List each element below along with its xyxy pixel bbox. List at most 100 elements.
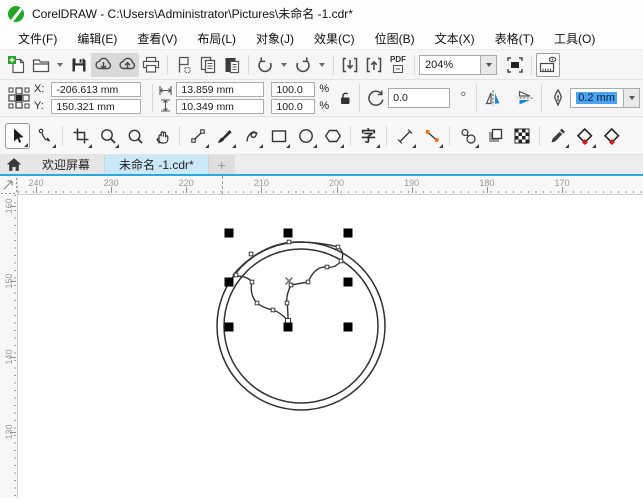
freehand-tool[interactable] bbox=[185, 123, 210, 149]
menu-item-2[interactable]: 编辑(E) bbox=[67, 27, 127, 50]
mirror-vertical-button[interactable] bbox=[513, 86, 537, 110]
save-button[interactable] bbox=[67, 53, 91, 77]
scale-y-input[interactable]: 100.0 bbox=[271, 99, 316, 114]
zoom-tool-secondary[interactable] bbox=[122, 123, 147, 149]
zoom-level-combo[interactable]: 204% bbox=[419, 54, 497, 75]
copy-button[interactable] bbox=[196, 53, 220, 77]
home-button[interactable] bbox=[0, 155, 28, 174]
polygon-tool[interactable] bbox=[320, 123, 345, 149]
mirror-horizontal-button[interactable] bbox=[481, 86, 505, 110]
interactive-fill-tool[interactable] bbox=[572, 123, 597, 149]
v-ruler-tick bbox=[10, 281, 16, 283]
menu-item-3[interactable]: 查看(V) bbox=[127, 27, 187, 50]
vertical-ruler[interactable]: 160 150 140 130 bbox=[0, 195, 18, 498]
cloud-open-button[interactable] bbox=[91, 52, 115, 77]
y-position-input[interactable]: 150.321 mm bbox=[51, 99, 142, 114]
object-width-icon bbox=[159, 86, 172, 95]
shape-node-icon bbox=[38, 128, 50, 142]
dimension-tool[interactable] bbox=[392, 123, 417, 149]
zoom-dropdown-caret[interactable] bbox=[480, 55, 496, 74]
title-bar: CorelDRAW - C:\Users\Administrator\Pictu… bbox=[0, 0, 643, 27]
redo-button[interactable] bbox=[291, 53, 315, 77]
ruler-origin-button[interactable] bbox=[0, 176, 18, 195]
fullscreen-preview-icon bbox=[507, 56, 523, 73]
new-document-button[interactable] bbox=[5, 53, 29, 77]
open-folder-icon bbox=[32, 58, 50, 72]
smart-fill-tool[interactable] bbox=[599, 123, 624, 149]
crop-tool[interactable] bbox=[68, 123, 93, 149]
checkerboard-icon bbox=[514, 128, 529, 143]
open-dropdown-caret[interactable] bbox=[53, 54, 67, 76]
object-height-input[interactable]: 10.349 mm bbox=[176, 99, 265, 114]
shape-tool[interactable] bbox=[32, 123, 57, 149]
menu-item-10[interactable]: 工具(O) bbox=[544, 27, 605, 50]
eyedropper-tool[interactable] bbox=[545, 123, 570, 149]
import-button[interactable] bbox=[338, 53, 362, 77]
menu-item-1[interactable]: 文件(F) bbox=[8, 27, 67, 50]
outline-width-combo[interactable]: 0.2 mm bbox=[570, 88, 641, 108]
redo-icon bbox=[296, 56, 310, 72]
zoom-tool[interactable] bbox=[95, 123, 120, 149]
connector-tool[interactable] bbox=[419, 123, 444, 149]
menu-item-4[interactable]: 布局(L) bbox=[187, 27, 246, 50]
tab-welcome-screen[interactable]: 欢迎屏幕 bbox=[28, 155, 106, 174]
outline-width-value: 0.2 mm bbox=[576, 92, 617, 104]
paste-button[interactable] bbox=[220, 53, 244, 77]
ellipse-tool[interactable] bbox=[293, 123, 318, 149]
open-document-button[interactable] bbox=[29, 53, 53, 77]
magnifier-icon bbox=[100, 128, 116, 144]
menu-item-5[interactable]: 对象(J) bbox=[246, 27, 304, 50]
window-title: CorelDRAW - C:\Users\Administrator\Pictu… bbox=[32, 7, 353, 21]
outline-width-caret[interactable] bbox=[623, 89, 640, 107]
menu-item-9[interactable]: 表格(T) bbox=[485, 27, 544, 50]
menu-bar: 文件(F) 编辑(E) 查看(V) 布局(L) 对象(J) 效果(C) 位图(B) 文本(X)… bbox=[0, 27, 643, 50]
horizontal-ruler[interactable]: 240 230 220 210 200 190 180 170 bbox=[18, 176, 643, 195]
lock-ratio-button[interactable] bbox=[335, 88, 355, 108]
pattern-fill-tool[interactable] bbox=[509, 123, 534, 149]
rotation-angle-input[interactable]: 0.0 bbox=[388, 88, 451, 108]
lock-icon bbox=[341, 92, 350, 104]
redo-dropdown-caret[interactable] bbox=[315, 54, 329, 76]
crop-icon bbox=[73, 128, 88, 143]
publish-to-pdf-button[interactable]: PDF bbox=[386, 53, 410, 77]
text-tool[interactable]: 字 bbox=[356, 123, 381, 149]
toolbox-separator bbox=[386, 125, 387, 146]
object-position-button[interactable] bbox=[6, 85, 32, 111]
pick-tool[interactable] bbox=[5, 122, 30, 149]
undo-dropdown-caret[interactable] bbox=[277, 54, 291, 76]
scale-x-input[interactable]: 100.0 bbox=[271, 82, 316, 97]
blend-tool[interactable] bbox=[455, 123, 480, 149]
drawing-surface bbox=[216, 228, 386, 411]
x-label: X: bbox=[34, 83, 45, 95]
menu-item-6[interactable]: 效果(C) bbox=[304, 27, 365, 50]
object-width-input[interactable]: 13.859 mm bbox=[176, 82, 265, 97]
v-ruler-tick bbox=[10, 431, 16, 433]
magnifier-icon bbox=[128, 129, 143, 144]
propbar-separator bbox=[541, 84, 543, 112]
double-circle-shape[interactable] bbox=[216, 241, 386, 411]
pan-tool[interactable] bbox=[149, 123, 174, 149]
cut-button[interactable] bbox=[172, 53, 196, 77]
cloud-save-button[interactable] bbox=[115, 52, 139, 77]
transparency-tool[interactable] bbox=[482, 123, 507, 149]
menu-item-7[interactable]: 位图(B) bbox=[365, 27, 425, 50]
show-rulers-button[interactable] bbox=[536, 52, 560, 77]
print-button[interactable] bbox=[139, 53, 163, 77]
x-position-input[interactable]: -206.613 mm bbox=[51, 82, 142, 97]
rotate-button[interactable] bbox=[364, 86, 388, 110]
new-tab-button[interactable]: + bbox=[208, 155, 235, 174]
pdf-icon: PDF bbox=[390, 55, 406, 64]
undo-button[interactable] bbox=[253, 53, 277, 77]
eyedropper-icon bbox=[551, 128, 565, 142]
fullscreen-preview-button[interactable] bbox=[503, 53, 527, 77]
ruler-eye-icon bbox=[539, 56, 557, 72]
tab-document[interactable]: 未命名 -1.cdr* bbox=[105, 155, 209, 174]
drawing-canvas[interactable] bbox=[18, 195, 643, 498]
export-button[interactable] bbox=[362, 53, 386, 77]
artistic-media-tool[interactable] bbox=[212, 123, 237, 149]
menu-item-8[interactable]: 文本(X) bbox=[425, 27, 485, 50]
outline-pen-button[interactable] bbox=[546, 86, 570, 110]
toolbox-separator bbox=[179, 125, 180, 146]
bspline-tool[interactable] bbox=[239, 123, 264, 149]
rectangle-tool[interactable] bbox=[266, 123, 291, 149]
